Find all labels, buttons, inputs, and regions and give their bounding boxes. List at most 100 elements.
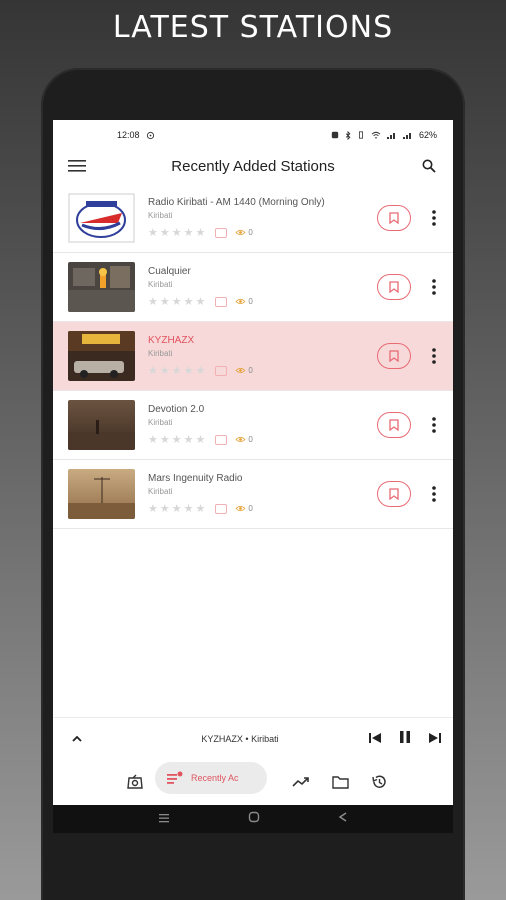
recents-icon (159, 814, 169, 823)
station-row[interactable]: Devotion 2.0 Kiribati ★★★★★ 0 (53, 391, 453, 460)
eye-icon (235, 367, 246, 374)
pause-button[interactable] (399, 730, 411, 748)
favorite-button[interactable] (377, 274, 411, 300)
system-back-button[interactable] (338, 810, 348, 828)
station-row[interactable]: Radio Kiribati - AM 1440 (Morning Only) … (53, 184, 453, 253)
hamburger-icon (68, 160, 86, 172)
station-country: Kiribati (148, 211, 173, 220)
playlist-new-icon (167, 771, 183, 784)
nav-active-label: Recently Ac (191, 773, 239, 783)
station-country: Kiribati (148, 418, 173, 427)
battery-level: 62% (418, 130, 437, 140)
now-playing-text: KYZHAZX • Kiribati (201, 733, 279, 744)
station-name: Cualquier (148, 266, 191, 277)
system-recents-button[interactable] (158, 810, 170, 828)
home-icon (248, 811, 260, 823)
views-count: 0 (235, 228, 253, 237)
mini-player[interactable]: KYZHAZX • Kiribati (53, 717, 453, 759)
menu-button[interactable] (65, 154, 89, 178)
bookmark-icon (389, 212, 399, 224)
bottom-navigation: Recently Ac (53, 759, 453, 805)
previous-button[interactable] (369, 730, 381, 748)
more-options-button[interactable] (429, 414, 439, 436)
station-country: Kiribati (148, 280, 173, 289)
quality-badge-icon (215, 503, 228, 514)
more-vert-icon (432, 279, 436, 295)
status-bar: 12:08 62% (53, 120, 453, 150)
promo-headline: LATEST STATIONS (112, 10, 394, 45)
eye-icon (235, 229, 246, 236)
app-bar: Recently Added Stations (53, 150, 453, 182)
station-country: Kiribati (148, 487, 173, 496)
pause-icon (400, 730, 410, 743)
folder-icon (331, 775, 349, 789)
expand-player-button[interactable] (65, 727, 89, 751)
history-icon (372, 775, 386, 788)
bookmark-icon (389, 488, 399, 500)
bookmark-icon (389, 281, 399, 293)
station-logo (68, 193, 135, 243)
more-vert-icon (432, 348, 436, 364)
signal-icon (386, 133, 395, 139)
bookmark-icon (389, 350, 399, 362)
signal-icon-2 (402, 133, 411, 139)
favorite-button[interactable] (377, 481, 411, 507)
more-options-button[interactable] (429, 483, 439, 505)
favorite-button[interactable] (377, 412, 411, 438)
nav-trending-button[interactable] (289, 770, 313, 794)
more-vert-icon (432, 486, 436, 502)
station-row[interactable]: Cualquier Kiribati ★★★★★ 0 (53, 253, 453, 322)
rating-stars: ★★★★★ (148, 227, 208, 239)
bookmark-icon (389, 419, 399, 431)
more-options-button[interactable] (429, 276, 439, 298)
eye-icon (235, 436, 246, 443)
more-vert-icon (432, 210, 436, 226)
station-row[interactable]: Mars Ingenuity Radio Kiribati ★★★★★ 0 (53, 460, 453, 529)
favorite-button[interactable] (377, 205, 411, 231)
station-name: Radio Kiribati - AM 1440 (Morning Only) (148, 197, 325, 208)
search-icon (422, 159, 436, 173)
page-title: Recently Added Stations (171, 157, 335, 175)
station-name: Devotion 2.0 (148, 404, 205, 415)
nav-folder-button[interactable] (328, 770, 352, 794)
station-name: Mars Ingenuity Radio (148, 473, 243, 484)
station-logo (68, 331, 135, 381)
radio-icon (127, 774, 143, 789)
station-logo (68, 262, 135, 312)
rating-stars: ★★★★★ (148, 365, 208, 377)
rating-stars: ★★★★★ (148, 434, 208, 446)
status-time: 12:08 (117, 130, 140, 140)
app-screen: 12:08 62% Recently Added Stations Radio … (53, 120, 453, 805)
wifi-icon (371, 131, 381, 139)
quality-badge-icon (215, 227, 228, 238)
nav-recently-added-tab[interactable]: Recently Ac (155, 762, 267, 794)
nav-history-button[interactable] (367, 770, 391, 794)
sync-icon (146, 131, 154, 139)
notification-icon (331, 131, 339, 139)
skip-previous-icon (369, 732, 381, 743)
more-options-button[interactable] (429, 345, 439, 367)
more-options-button[interactable] (429, 207, 439, 229)
eye-icon (235, 505, 246, 512)
nav-radio-button[interactable] (123, 770, 147, 794)
search-button[interactable] (417, 154, 441, 178)
quality-badge-icon (215, 365, 228, 376)
vibrate-icon (358, 131, 363, 139)
station-row-active[interactable]: KYZHAZX Kiribati ★★★★★ 0 (53, 322, 453, 391)
views-count: 0 (235, 435, 253, 444)
views-count: 0 (235, 504, 253, 513)
skip-next-icon (429, 732, 441, 743)
trending-up-icon (292, 777, 309, 787)
rating-stars: ★★★★★ (148, 503, 208, 515)
more-vert-icon (432, 417, 436, 433)
station-list: Radio Kiribati - AM 1440 (Morning Only) … (53, 184, 453, 529)
system-nav-bar (53, 805, 453, 833)
station-logo (68, 469, 135, 519)
station-logo (68, 400, 135, 450)
system-home-button[interactable] (248, 810, 260, 828)
bluetooth-icon (345, 130, 351, 140)
eye-icon (235, 298, 246, 305)
next-button[interactable] (429, 730, 441, 748)
favorite-button[interactable] (377, 343, 411, 369)
station-country: Kiribati (148, 349, 173, 358)
